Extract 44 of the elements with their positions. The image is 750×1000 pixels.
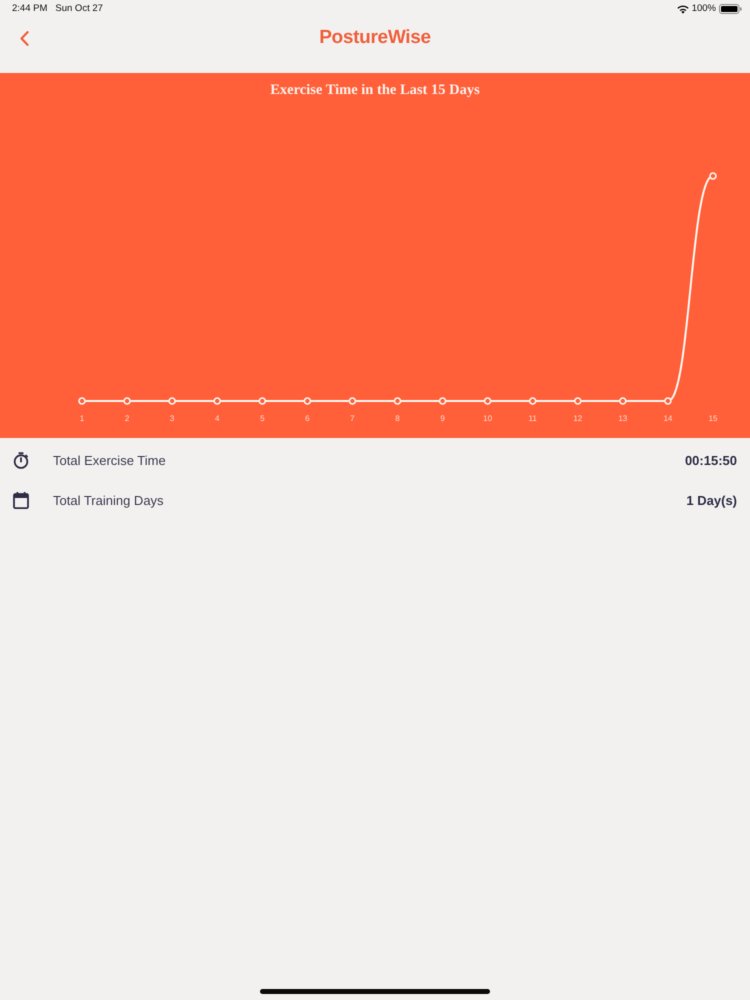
axis-label: 2	[124, 414, 130, 423]
battery-percent: 100%	[692, 3, 716, 15]
axis-label: 9	[440, 414, 445, 423]
data-point	[619, 397, 627, 405]
axis-label: 14	[663, 414, 672, 423]
axis-label: 13	[618, 414, 628, 423]
battery-icon	[719, 4, 742, 14]
data-point	[258, 397, 266, 405]
stat-value: 1 Day(s)	[686, 492, 737, 508]
axis-label: 3	[170, 414, 174, 423]
status-date: Sun Oct 27	[55, 3, 103, 15]
data-point	[348, 397, 356, 405]
axis-label: 5	[260, 414, 265, 423]
data-point	[528, 397, 536, 405]
data-point	[304, 397, 312, 405]
axis-label: 10	[483, 414, 492, 423]
app-logo: PostureWise	[319, 26, 431, 50]
data-point	[394, 397, 402, 405]
stopwatch-icon	[13, 452, 29, 468]
axis-label: 12	[573, 414, 582, 423]
wifi-icon	[676, 4, 689, 14]
stat-label: Total Training Days	[53, 492, 165, 508]
status-time: 2:44 PM	[12, 3, 48, 15]
axis-label: 1	[80, 414, 84, 423]
data-point	[664, 397, 672, 405]
data-point	[438, 397, 446, 405]
chevron-left-icon	[20, 30, 28, 46]
axis-label: 15	[708, 414, 718, 423]
chart-title: Exercise Time in the Last 15 Days	[270, 81, 480, 100]
data-point	[123, 397, 131, 405]
axis-label: 11	[528, 414, 537, 423]
axis-label: 7	[350, 414, 355, 423]
stat-label: Total Exercise Time	[53, 452, 167, 468]
data-point	[484, 397, 492, 405]
data-point	[574, 397, 582, 405]
axis-label: 4	[214, 414, 220, 423]
data-point	[78, 397, 86, 405]
axis-label: 8	[395, 414, 400, 423]
data-point	[168, 397, 176, 405]
data-point	[709, 172, 717, 180]
axis-label: 6	[305, 414, 310, 423]
calendar-icon	[13, 492, 29, 508]
stat-value: 00:15:50	[684, 452, 737, 468]
data-point	[213, 397, 221, 405]
